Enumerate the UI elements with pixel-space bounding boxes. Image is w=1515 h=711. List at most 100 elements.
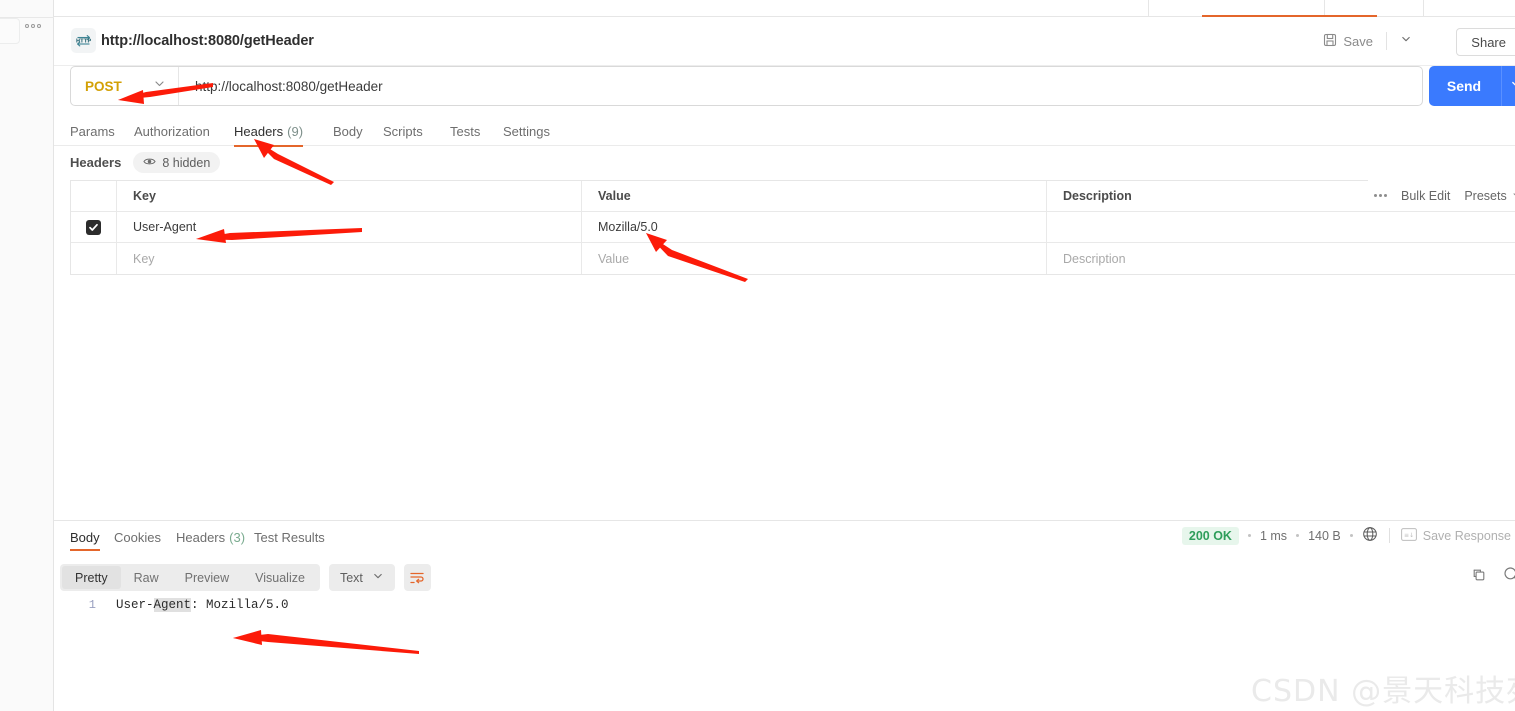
tab-count: (9) bbox=[287, 123, 304, 139]
save-button-label: Save bbox=[1343, 33, 1373, 49]
save-response-icon: ≡↓ bbox=[1400, 527, 1417, 544]
tab-label: Authorization bbox=[134, 123, 210, 139]
tab-active-underline bbox=[234, 145, 304, 147]
presets-button[interactable]: Presets bbox=[1464, 189, 1515, 203]
copy-icon[interactable] bbox=[1471, 567, 1487, 588]
send-options-button[interactable] bbox=[1501, 66, 1515, 106]
header-cell-check bbox=[71, 181, 117, 211]
row-checkbox-checked[interactable] bbox=[86, 219, 101, 235]
tab-headers[interactable]: Headers (9) bbox=[234, 116, 304, 147]
floppy-disk-icon bbox=[1323, 33, 1337, 50]
tab-tests[interactable]: Tests bbox=[450, 116, 480, 146]
workspace-tab-strip[interactable] bbox=[54, 0, 1515, 17]
word-wrap-icon[interactable] bbox=[403, 564, 431, 591]
request-title-bar: HTTP http://localhost:8080/getHeader Sav… bbox=[54, 17, 1515, 66]
chevron-down-icon bbox=[1510, 77, 1515, 95]
search-icon[interactable] bbox=[1503, 566, 1515, 588]
response-view-toolbar: Pretty Raw Preview Visualize Text bbox=[60, 564, 431, 591]
response-text-after: : Mozilla/5.0 bbox=[191, 598, 289, 612]
tab-label: Tests bbox=[450, 123, 481, 139]
globe-icon[interactable] bbox=[1362, 526, 1378, 545]
tab-label: Scripts bbox=[383, 123, 423, 139]
response-view-switch: Pretty Raw Preview Visualize bbox=[60, 564, 320, 591]
postman-window: HTTP http://localhost:8080/getHeader Sav… bbox=[0, 0, 1515, 711]
cell-description-placeholder[interactable]: Description bbox=[1047, 243, 1515, 274]
response-tab-test-results[interactable]: Test Results bbox=[254, 521, 325, 554]
more-horizontal-icon[interactable] bbox=[25, 24, 41, 28]
cell-value[interactable]: Mozilla/5.0 bbox=[582, 212, 1047, 242]
response-body[interactable]: 1 User-Agent: Mozilla/5.0 bbox=[70, 598, 289, 612]
svg-text:≡↓: ≡↓ bbox=[1404, 531, 1414, 538]
status-badge: 200 OK bbox=[1181, 526, 1239, 545]
tab-label: Params bbox=[70, 123, 115, 139]
http-protocol-icon: HTTP bbox=[71, 28, 96, 53]
column-header-key: Key bbox=[117, 181, 582, 211]
headers-label: Headers bbox=[70, 155, 122, 170]
table-header-row: Key Value Description bbox=[71, 181, 1515, 212]
response-body-text[interactable]: User-Agent: Mozilla/5.0 bbox=[116, 598, 289, 612]
view-raw[interactable]: Raw bbox=[121, 566, 172, 589]
tab-scripts[interactable]: Scripts bbox=[383, 116, 423, 146]
hidden-headers-toggle[interactable]: 8 hidden bbox=[133, 152, 221, 173]
tab-label: Body bbox=[70, 530, 100, 545]
tab-body[interactable]: Body bbox=[333, 116, 363, 146]
response-tab-body[interactable]: Body bbox=[70, 521, 100, 554]
save-response-button[interactable]: ≡↓ Save Response bbox=[1400, 527, 1511, 544]
save-group: Save bbox=[1323, 30, 1412, 52]
response-format-label: Text bbox=[339, 570, 363, 585]
headers-table: Key Value Description User-Agent Mozilla… bbox=[70, 180, 1515, 275]
view-visualize[interactable]: Visualize bbox=[242, 566, 318, 589]
tab-label: Cookies bbox=[114, 530, 161, 545]
response-tab-cookies[interactable]: Cookies bbox=[114, 521, 161, 554]
view-preview[interactable]: Preview bbox=[172, 566, 242, 589]
response-size: 140 B bbox=[1308, 528, 1341, 543]
request-name: http://localhost:8080/getHeader bbox=[101, 33, 314, 49]
request-tabs: Params Authorization Headers (9) Body Sc… bbox=[54, 116, 1515, 147]
http-method-label: POST bbox=[85, 78, 122, 94]
hidden-headers-label: 8 hidden bbox=[162, 155, 211, 170]
table-row[interactable]: User-Agent Mozilla/5.0 bbox=[71, 212, 1515, 243]
tab-active-underline bbox=[70, 549, 100, 551]
tab-settings[interactable]: Settings bbox=[503, 116, 550, 146]
watermark: CSDN @景天科技苑 bbox=[1251, 674, 1515, 709]
tab-label: Test Results bbox=[254, 530, 325, 545]
tab-label: Headers bbox=[234, 123, 284, 139]
share-button[interactable]: Share bbox=[1456, 28, 1515, 56]
bulk-edit-button[interactable]: Bulk Edit bbox=[1401, 189, 1450, 203]
chevron-down-icon bbox=[1400, 32, 1412, 50]
table-row[interactable]: Key Value Description bbox=[71, 243, 1515, 274]
tab-params[interactable]: Params bbox=[70, 116, 115, 146]
response-tab-headers[interactable]: Headers (3) bbox=[176, 521, 245, 554]
tab-label: Body bbox=[333, 123, 363, 139]
view-pretty[interactable]: Pretty bbox=[62, 566, 121, 589]
save-button[interactable]: Save bbox=[1323, 33, 1373, 50]
more-horizontal-icon[interactable] bbox=[1374, 194, 1387, 197]
response-text-highlight: Agent bbox=[153, 598, 192, 612]
response-format-selector[interactable]: Text bbox=[328, 564, 395, 591]
presets-label: Presets bbox=[1464, 188, 1507, 203]
cell-description[interactable] bbox=[1047, 212, 1515, 242]
send-group: Send bbox=[1429, 66, 1515, 106]
send-button[interactable]: Send bbox=[1429, 66, 1501, 106]
response-status-bar: 200 OK 1 ms 140 B ≡↓ Save Response bbox=[1181, 526, 1515, 545]
http-method-selector[interactable]: POST bbox=[71, 67, 179, 105]
row-checkbox-cell[interactable] bbox=[71, 212, 117, 242]
chevron-down-icon bbox=[153, 77, 166, 95]
cell-key[interactable]: User-Agent bbox=[117, 212, 582, 242]
column-header-value: Value bbox=[582, 181, 1047, 211]
svg-text:HTTP: HTTP bbox=[76, 38, 92, 44]
url-input[interactable]: http://localhost:8080/getHeader bbox=[179, 79, 1422, 94]
save-response-label: Save Response bbox=[1422, 528, 1511, 543]
left-rail bbox=[0, 0, 54, 711]
response-text-before: User- bbox=[116, 598, 154, 612]
save-options-button[interactable] bbox=[1386, 32, 1412, 50]
table-actions: Bulk Edit Presets bbox=[1368, 180, 1515, 211]
cell-value-placeholder[interactable]: Value bbox=[582, 243, 1047, 274]
cell-key-placeholder[interactable]: Key bbox=[117, 243, 582, 274]
url-bar: POST http://localhost:8080/getHeader bbox=[70, 66, 1423, 106]
tab-authorization[interactable]: Authorization bbox=[134, 116, 210, 146]
line-number: 1 bbox=[88, 598, 96, 612]
row-checkbox-cell[interactable] bbox=[71, 243, 117, 274]
tab-label: Headers bbox=[176, 530, 226, 545]
rail-panel-stub[interactable] bbox=[0, 18, 20, 44]
